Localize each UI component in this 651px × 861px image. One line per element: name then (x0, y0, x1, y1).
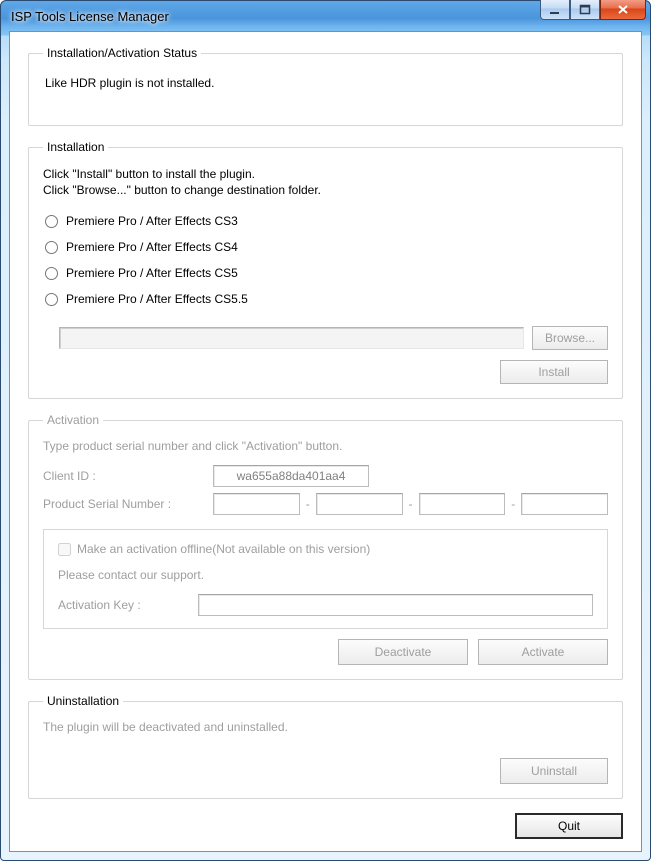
offline-checkbox-row[interactable]: Make an activation offline(Not available… (58, 542, 593, 556)
maximize-icon (579, 4, 591, 16)
install-instr-line1: Click "Install" button to install the pl… (43, 166, 608, 182)
installation-legend: Installation (43, 140, 108, 154)
install-path-row: Browse... (59, 326, 608, 350)
serial-part-4[interactable] (521, 493, 608, 515)
serial-label: Product Serial Number : (43, 497, 213, 511)
radio-cs5-label: Premiere Pro / After Effects CS5 (66, 266, 238, 280)
serial-row: Product Serial Number : - - - (43, 493, 608, 515)
activate-button[interactable]: Activate (478, 639, 608, 665)
uninstallation-legend: Uninstallation (43, 694, 123, 708)
uninstall-button-row: Uninstall (43, 758, 608, 784)
radio-cs55-input[interactable] (45, 293, 58, 306)
client-id-field[interactable] (213, 465, 369, 487)
radio-cs5[interactable]: Premiere Pro / After Effects CS5 (43, 260, 608, 286)
offline-checkbox[interactable] (58, 543, 71, 556)
status-message: Like HDR plugin is not installed. (43, 72, 608, 94)
minimize-button[interactable] (540, 0, 570, 20)
serial-dash-1: - (304, 497, 312, 511)
activation-key-label: Activation Key : (58, 598, 188, 612)
close-button[interactable] (600, 0, 646, 20)
serial-group: - - - (213, 493, 608, 515)
install-instructions: Click "Install" button to install the pl… (43, 166, 608, 198)
offline-box: Make an activation offline(Not available… (43, 529, 608, 629)
radio-cs55[interactable]: Premiere Pro / After Effects CS5.5 (43, 286, 608, 312)
activation-note: Type product serial number and click "Ac… (43, 439, 608, 453)
radio-cs3-label: Premiere Pro / After Effects CS3 (66, 214, 238, 228)
serial-part-3[interactable] (419, 493, 506, 515)
serial-dash-3: - (509, 497, 517, 511)
install-button-row: Install (43, 360, 608, 384)
quit-button[interactable]: Quit (515, 813, 623, 839)
radio-cs4-label: Premiere Pro / After Effects CS4 (66, 240, 238, 254)
support-text: Please contact our support. (58, 568, 593, 582)
close-icon (616, 4, 630, 15)
serial-part-1[interactable] (213, 493, 300, 515)
window-frame: ISP Tools License Manager Installation/A… (0, 0, 651, 861)
radio-cs55-label: Premiere Pro / After Effects CS5.5 (66, 292, 248, 306)
title-bar[interactable]: ISP Tools License Manager (1, 1, 650, 31)
quit-row: Quit (28, 813, 623, 839)
activation-key-field[interactable] (198, 594, 593, 616)
activation-legend: Activation (43, 413, 103, 427)
client-id-row: Client ID : (43, 465, 608, 487)
activation-button-row: Deactivate Activate (43, 639, 608, 665)
install-button[interactable]: Install (500, 360, 608, 384)
uninstallation-group: Uninstallation The plugin will be deacti… (28, 694, 623, 799)
serial-dash-2: - (407, 497, 415, 511)
activation-key-row: Activation Key : (58, 594, 593, 616)
radio-cs4[interactable]: Premiere Pro / After Effects CS4 (43, 234, 608, 260)
radio-cs5-input[interactable] (45, 267, 58, 280)
install-path-input[interactable] (59, 327, 524, 349)
radio-cs3-input[interactable] (45, 215, 58, 228)
offline-label: Make an activation offline(Not available… (77, 542, 370, 556)
client-id-label: Client ID : (43, 469, 213, 483)
serial-part-2[interactable] (316, 493, 403, 515)
activation-group: Activation Type product serial number an… (28, 413, 623, 680)
install-instr-line2: Click "Browse..." button to change desti… (43, 182, 608, 198)
deactivate-button[interactable]: Deactivate (338, 639, 468, 665)
uninstallation-note: The plugin will be deactivated and unins… (43, 720, 608, 734)
browse-button[interactable]: Browse... (532, 326, 608, 350)
status-group: Installation/Activation Status Like HDR … (28, 46, 623, 126)
radio-cs3[interactable]: Premiere Pro / After Effects CS3 (43, 208, 608, 234)
installation-group: Installation Click "Install" button to i… (28, 140, 623, 399)
window-controls (540, 0, 646, 20)
maximize-button[interactable] (570, 0, 600, 20)
client-area: Installation/Activation Status Like HDR … (9, 31, 642, 852)
uninstall-button[interactable]: Uninstall (500, 758, 608, 784)
radio-cs4-input[interactable] (45, 241, 58, 254)
status-legend: Installation/Activation Status (43, 46, 201, 60)
minimize-icon (549, 4, 561, 16)
